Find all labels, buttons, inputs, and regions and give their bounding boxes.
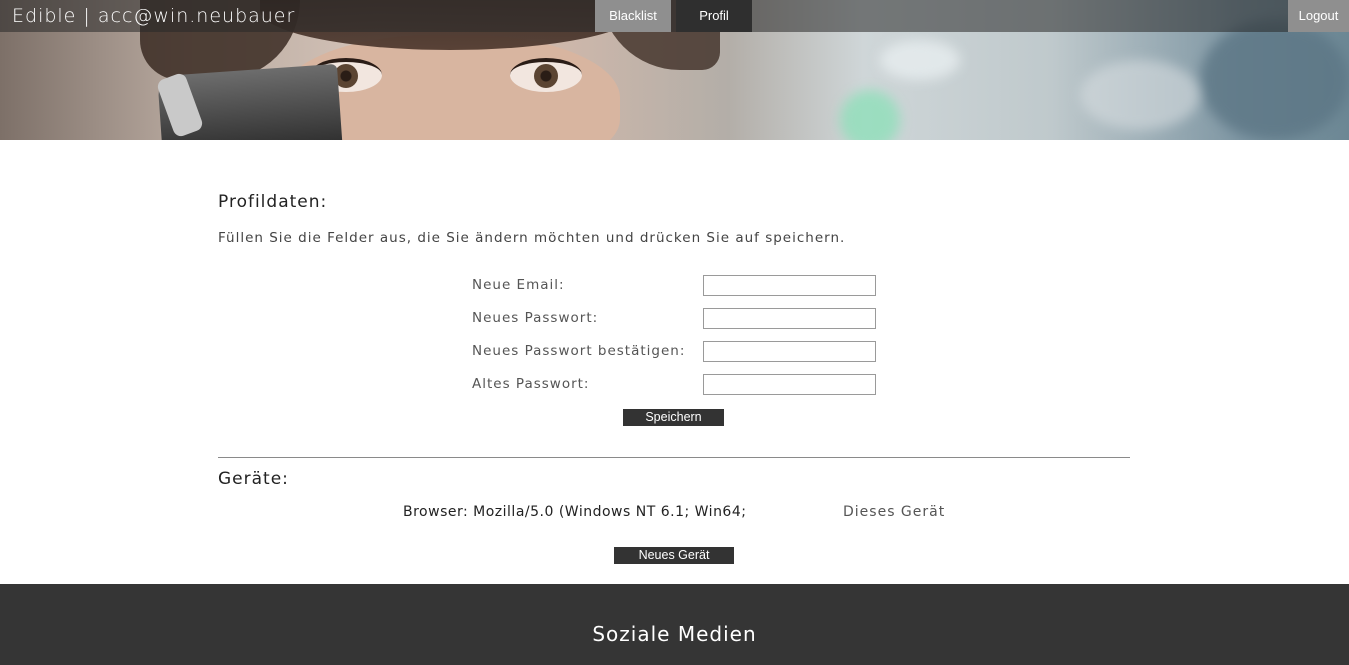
device-current-label: Dieses Gerät bbox=[843, 504, 946, 520]
confirm-password-field[interactable] bbox=[703, 341, 876, 362]
footer: Soziale Medien bbox=[0, 584, 1349, 665]
device-browser-info: Browser: Mozilla/5.0 (Windows NT 6.1; Wi… bbox=[403, 504, 747, 520]
save-button[interactable]: Speichern bbox=[623, 409, 724, 426]
old-password-label: Altes Passwort: bbox=[472, 376, 590, 392]
profile-instruction-text: Füllen Sie die Felder aus, die Sie änder… bbox=[218, 230, 846, 246]
old-password-field[interactable] bbox=[703, 374, 876, 395]
devices-section-title: Geräte: bbox=[218, 469, 289, 489]
footer-social-media-title: Soziale Medien bbox=[592, 622, 757, 646]
profile-section-title: Profildaten: bbox=[218, 192, 328, 212]
nav-tab-profil[interactable]: Profil bbox=[676, 0, 752, 32]
app-brand-title: Edible | acc@win.neubauer bbox=[12, 5, 296, 27]
new-device-button[interactable]: Neues Gerät bbox=[614, 547, 734, 564]
confirm-password-label: Neues Passwort bestätigen: bbox=[472, 343, 686, 359]
logout-button[interactable]: Logout bbox=[1288, 0, 1349, 32]
new-email-label: Neue Email: bbox=[472, 277, 565, 293]
new-password-label: Neues Passwort: bbox=[472, 310, 599, 326]
new-email-field[interactable] bbox=[703, 275, 876, 296]
nav-tab-blacklist[interactable]: Blacklist bbox=[595, 0, 671, 32]
section-divider bbox=[218, 457, 1130, 458]
new-password-field[interactable] bbox=[703, 308, 876, 329]
top-navigation-bar: Edible | acc@win.neubauer Blacklist Prof… bbox=[0, 0, 1349, 32]
